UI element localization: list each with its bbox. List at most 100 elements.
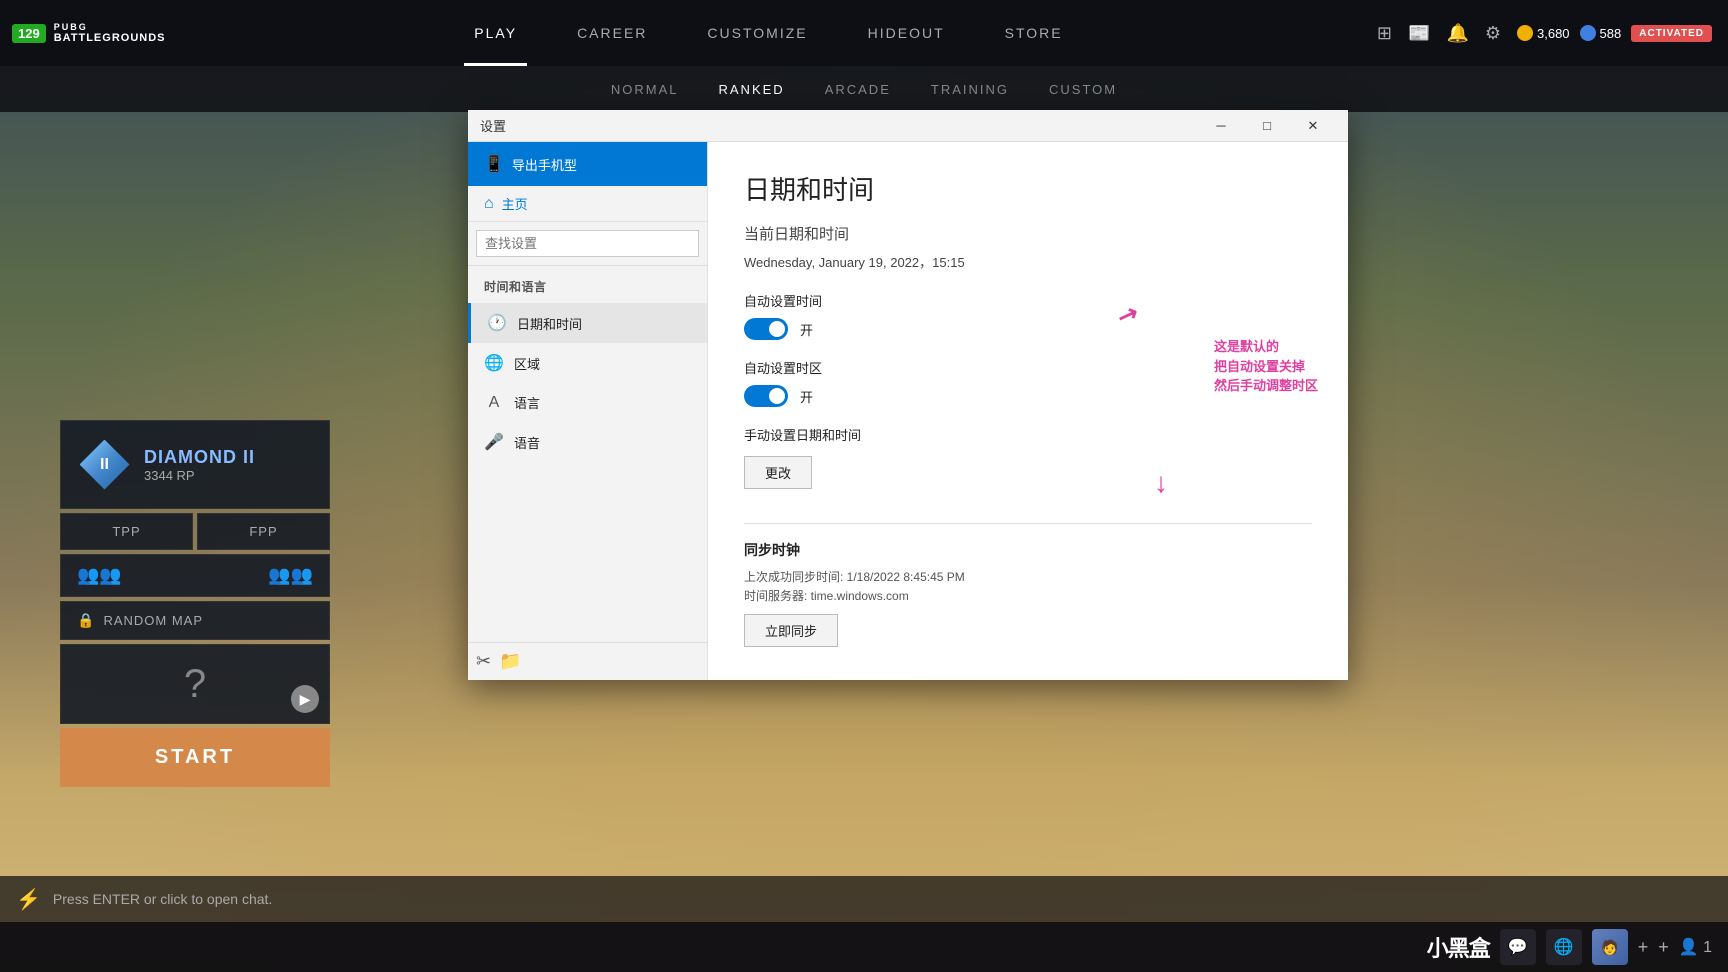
nav-tab-customize[interactable]: CUSTOMIZE xyxy=(677,0,837,66)
squad-icons-right: 👥👥 xyxy=(268,565,313,586)
change-button[interactable]: 更改 xyxy=(744,456,812,489)
auto-time-toggle[interactable] xyxy=(744,318,788,340)
map-preview: ? ▶ xyxy=(60,644,330,724)
auto-time-toggle-row: 开 xyxy=(744,318,1312,340)
nav-tab-hideout[interactable]: HIDEOUT xyxy=(838,0,975,66)
scissors-icon[interactable]: ✂ xyxy=(476,651,491,672)
blue-value: 588 xyxy=(1600,26,1622,41)
map-row[interactable]: 🔒 RANDOM MAP xyxy=(60,601,330,640)
settings-search-input[interactable] xyxy=(476,230,699,257)
settings-title: 设置 xyxy=(480,116,1198,135)
speech-icon: 🎤 xyxy=(484,432,504,452)
top-navbar: 129 PUBG BATTLEGROUNDS PLAY CAREER CUSTO… xyxy=(0,0,1728,66)
sync-row: 同步时钟 上次成功同步时间: 1/18/2022 8:45:45 PM 时间服务… xyxy=(744,540,1312,663)
grid-icon[interactable]: ⊞ xyxy=(1377,23,1392,44)
mail-icon[interactable]: 📰 xyxy=(1408,23,1430,44)
nav-tab-career[interactable]: CAREER xyxy=(547,0,677,66)
logo-battlegrounds: BATTLEGROUNDS xyxy=(54,32,166,44)
gold-currency: 3,680 xyxy=(1517,25,1570,41)
settings-nav-speech[interactable]: 🎤 语音 xyxy=(468,422,707,462)
sync-now-button[interactable]: 立即同步 xyxy=(744,614,838,647)
mode-fpp[interactable]: FPP xyxy=(197,513,330,550)
settings-titlebar: 设置 ─ □ ✕ xyxy=(468,110,1348,142)
nav-tab-play[interactable]: PLAY xyxy=(444,0,547,66)
map-arrow-btn[interactable]: ▶ xyxy=(291,685,319,713)
minimize-button[interactable]: ─ xyxy=(1198,110,1244,142)
sync-server: 时间服务器: time.windows.com xyxy=(744,589,909,603)
bell-icon[interactable]: 🔔 xyxy=(1446,23,1468,44)
region-label: 区域 xyxy=(514,354,540,373)
avatar-icon[interactable]: 🧑 xyxy=(1592,929,1628,965)
rank-badge: II xyxy=(77,437,132,492)
sub-tab-arcade[interactable]: ARCADE xyxy=(825,66,891,112)
chat-prompt[interactable]: Press ENTER or click to open chat. xyxy=(53,891,272,907)
sidebar-top-label: 导出手机型 xyxy=(512,155,577,174)
gear-icon[interactable]: ⚙ xyxy=(1485,23,1501,44)
chat-bar: ⚡ Press ENTER or click to open chat. xyxy=(0,876,1728,922)
auto-timezone-label: 自动设置时区 xyxy=(744,358,1312,377)
auto-timezone-toggle-label: 开 xyxy=(800,387,813,406)
window-controls: ─ □ ✕ xyxy=(1198,110,1336,142)
maximize-button[interactable]: □ xyxy=(1244,110,1290,142)
squad-icons-left: 👥👥 xyxy=(77,565,122,586)
add-button-2[interactable]: + xyxy=(1658,937,1669,958)
add-user-button[interactable]: + xyxy=(1638,937,1649,958)
home-icon: ⌂ xyxy=(484,195,494,213)
manual-date-label: 手动设置日期和时间 xyxy=(744,425,1312,444)
settings-body: 📱 导出手机型 ⌂ 主页 时间和语言 🕐 日期和时间 🌐 xyxy=(468,142,1348,680)
map-question-mark: ? xyxy=(184,662,206,707)
settings-nav-region[interactable]: 🌐 区域 xyxy=(468,343,707,383)
activated-badge: ACTIVATED xyxy=(1631,25,1712,42)
xhh-logo: 小黑盒 xyxy=(1427,931,1490,963)
start-button[interactable]: START xyxy=(60,728,330,787)
home-row[interactable]: ⌂ 主页 xyxy=(468,186,707,222)
blue-icon xyxy=(1580,25,1596,41)
timer-badge: 129 xyxy=(12,24,46,43)
lightning-icon: ⚡ xyxy=(16,887,41,912)
currency-area: 3,680 588 ACTIVATED xyxy=(1517,25,1712,42)
auto-time-label: 自动设置时间 xyxy=(744,291,1312,310)
sub-tab-normal[interactable]: NORMAL xyxy=(611,66,679,112)
settings-nav-language[interactable]: A 语言 xyxy=(468,383,707,422)
sub-tab-ranked[interactable]: RANKED xyxy=(719,66,785,112)
settings-content: 日期和时间 当前日期和时间 Wednesday, January 19, 202… xyxy=(708,142,1348,680)
sub-tab-custom[interactable]: CUSTOM xyxy=(1049,66,1117,112)
rank-rp: 3344 RP xyxy=(144,468,313,483)
settings-nav-section: 时间和语言 🕐 日期和时间 🌐 区域 A 语言 🎤 语音 xyxy=(468,266,707,470)
sub-navbar: NORMAL RANKED ARCADE TRAINING CUSTOM xyxy=(0,66,1728,112)
divider-1 xyxy=(744,523,1312,524)
mode-buttons: TPP FPP xyxy=(60,513,330,550)
settings-section-title: 时间和语言 xyxy=(468,274,707,303)
settings-sidebar-top: 📱 导出手机型 xyxy=(468,142,707,186)
phone-icon: 📱 xyxy=(484,154,504,174)
sub-tab-training[interactable]: TRAINING xyxy=(931,66,1009,112)
blue-currency: 588 xyxy=(1580,25,1622,41)
datetime-icon: 🕐 xyxy=(487,313,507,333)
region-icon: 🌐 xyxy=(484,353,504,373)
nav-right: ⊞ 📰 🔔 ⚙ 3,680 588 ACTIVATED xyxy=(1377,23,1728,44)
current-label: 当前日期和时间 xyxy=(744,223,1312,244)
nav-tab-store[interactable]: STORE xyxy=(975,0,1093,66)
map-label: RANDOM MAP xyxy=(103,613,203,628)
sidebar-bottom: ✂ 📁 xyxy=(468,642,707,680)
language-icon: A xyxy=(484,394,504,412)
rank-card: II DIAMOND II 3344 RP xyxy=(60,420,330,509)
rank-info: DIAMOND II 3344 RP xyxy=(144,447,313,483)
auto-timezone-row: 自动设置时区 开 xyxy=(744,358,1312,407)
sync-heading: 同步时钟 xyxy=(744,540,1312,560)
settings-nav-datetime[interactable]: 🕐 日期和时间 xyxy=(468,303,707,343)
logo-pubg: PUBG xyxy=(54,22,166,32)
bottom-taskbar: 小黑盒 💬 🌐 🧑 + + 👤 1 xyxy=(0,922,1728,972)
folder-icon[interactable]: 📁 xyxy=(499,651,521,672)
squad-row: 👥👥 👥👥 xyxy=(60,554,330,597)
chat-taskbar-icon[interactable]: 💬 xyxy=(1500,929,1536,965)
auto-timezone-toggle[interactable] xyxy=(744,385,788,407)
sync-info: 上次成功同步时间: 1/18/2022 8:45:45 PM 时间服务器: ti… xyxy=(744,568,1312,606)
mode-tpp[interactable]: TPP xyxy=(60,513,193,550)
auto-timezone-toggle-row: 开 xyxy=(744,385,1312,407)
globe-taskbar-icon[interactable]: 🌐 xyxy=(1546,929,1582,965)
close-button[interactable]: ✕ xyxy=(1290,110,1336,142)
left-panel: II DIAMOND II 3344 RP TPP FPP 👥👥 👥👥 🔒 RA… xyxy=(60,420,330,787)
gold-icon xyxy=(1517,25,1533,41)
rank-diamond-icon: II xyxy=(80,440,130,490)
